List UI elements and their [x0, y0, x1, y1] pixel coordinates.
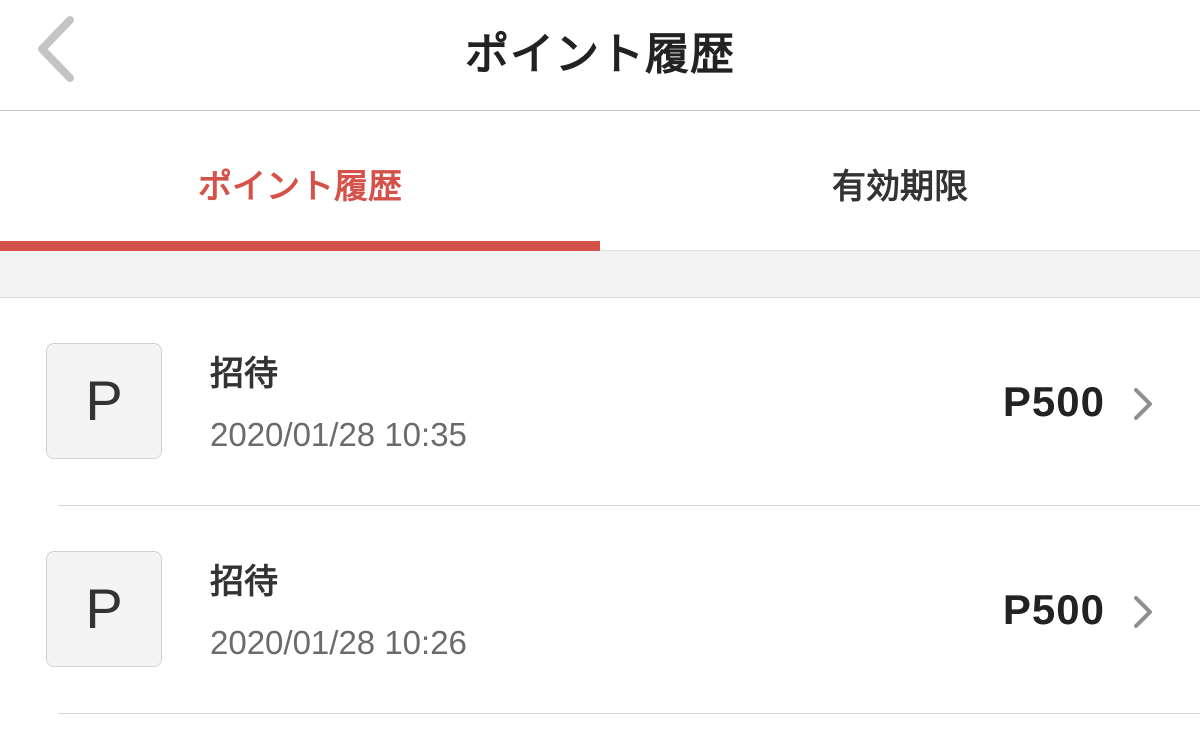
item-title: 招待 — [210, 354, 278, 394]
chevron-right-icon — [1128, 592, 1158, 632]
list-item[interactable]: P 招待 2020/01/28 10:26 P500 — [0, 506, 1200, 714]
point-icon: P — [46, 551, 162, 667]
tab-label: 有効期限 — [832, 167, 968, 207]
point-icon: P — [46, 343, 162, 459]
chevron-right-icon — [1128, 384, 1158, 424]
item-datetime: 2020/01/28 10:35 — [210, 416, 467, 453]
navigation-bar: ポイント履歴 — [0, 0, 1200, 111]
item-title: 招待 — [210, 562, 278, 602]
tab-point-history[interactable]: ポイント履歴 — [0, 111, 600, 251]
section-spacer — [0, 251, 1200, 298]
tab-bar: ポイント履歴 有効期限 — [0, 111, 1200, 251]
page-title: ポイント履歴 — [465, 29, 735, 80]
item-datetime: 2020/01/28 10:26 — [210, 624, 467, 661]
point-history-list: P 招待 2020/01/28 10:35 P500 P 招待 2020/01/… — [0, 298, 1200, 714]
item-amount: P500 — [1002, 378, 1105, 425]
tab-label: ポイント履歴 — [198, 167, 402, 207]
list-item[interactable]: P 招待 2020/01/28 10:35 P500 — [0, 298, 1200, 506]
item-amount: P500 — [1002, 586, 1105, 633]
active-tab-indicator — [0, 241, 600, 251]
tab-expiration[interactable]: 有効期限 — [600, 111, 1200, 250]
divider — [58, 713, 1200, 714]
